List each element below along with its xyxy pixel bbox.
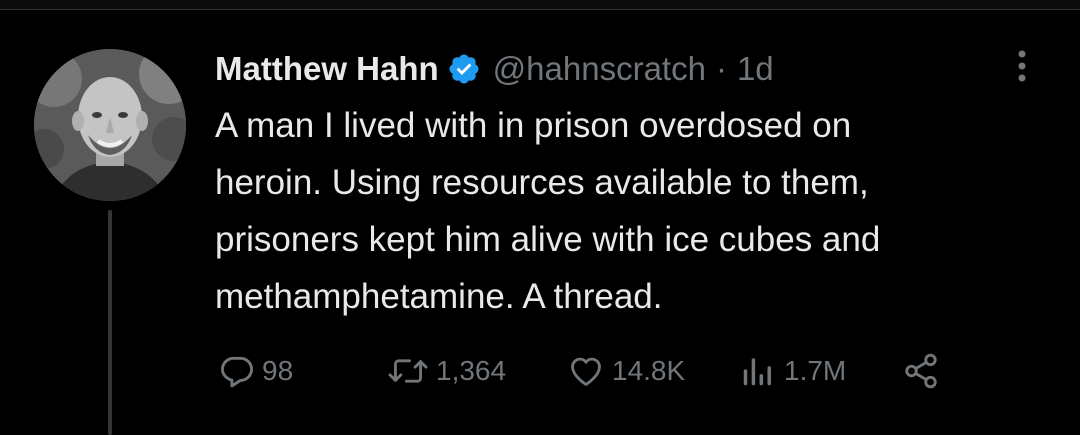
reply-icon [221,356,253,388]
retweet-icon [388,359,428,383]
views-button[interactable]: 1.7M [738,349,846,393]
tweet-timestamp[interactable]: 1d [737,50,774,88]
tweet-text-line: A man I lived with in prison overdosed o… [215,106,852,145]
retweet-button[interactable]: 1,364 [386,349,506,393]
heart-icon [571,357,601,386]
reply-button[interactable]: 98 [218,349,293,393]
tweet-text: A man I lived with in prison overdosed o… [215,97,1050,325]
tweet-text-line: prisoners kept him alive with ice cubes … [215,220,881,259]
verified-badge-icon [447,52,481,86]
like-count: 14.8K [612,355,686,386]
retweet-count: 1,364 [436,355,507,386]
action-bar: 98 1,364 14.8K 1.7M [218,349,1018,393]
like-button[interactable]: 14.8K [566,349,685,393]
more-options-icon[interactable] [1010,46,1034,86]
tweet-text-line: heroin. Using resources available to the… [215,163,869,202]
tweet-text-line: methamphetamine. A thread. [215,277,663,316]
separator-dot: · [715,50,727,87]
views-icon [743,358,771,386]
author-handle[interactable]: @hahnscratch [493,50,706,88]
share-icon [905,353,937,389]
share-button[interactable] [902,349,940,393]
avatar[interactable] [34,49,186,201]
top-divider [0,0,1080,10]
thread-line [108,210,112,435]
tweet-header: Matthew Hahn @hahnscratch · 1d [215,44,774,94]
views-count: 1.7M [784,355,847,386]
author-name[interactable]: Matthew Hahn [215,50,439,88]
avatar-photo [34,49,186,201]
reply-count: 98 [262,355,294,386]
